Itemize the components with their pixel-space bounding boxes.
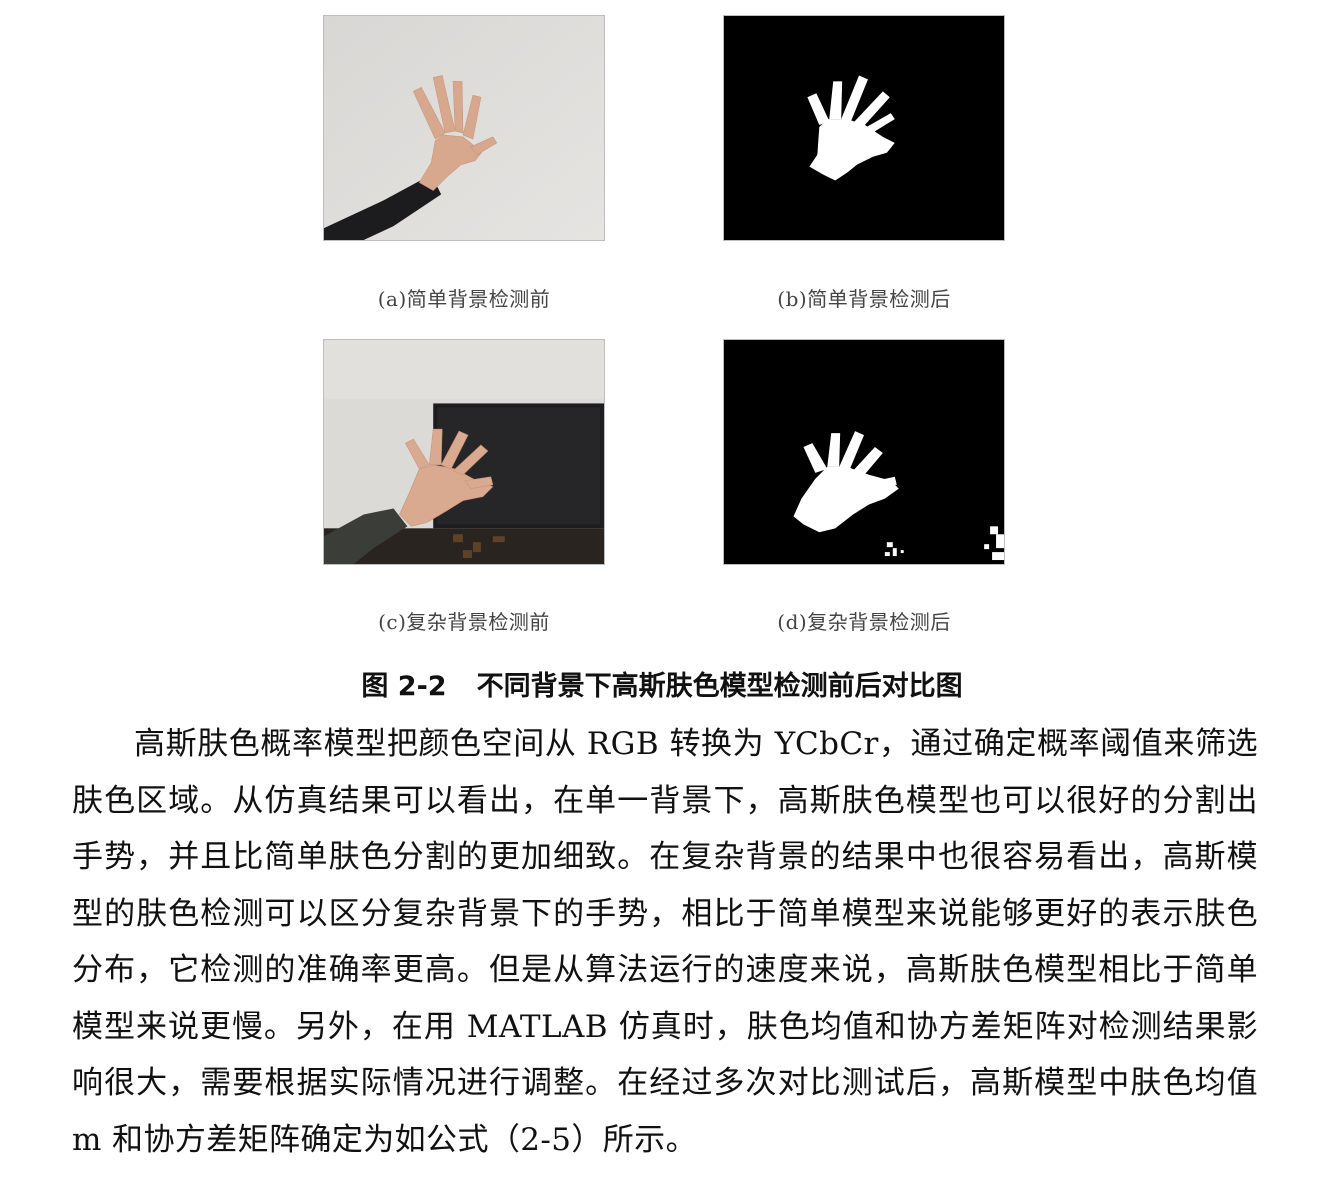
subfigure-caption-b: (b)简单背景检测后: [777, 287, 951, 311]
subfigure-caption-c: (c)复杂背景检测前: [378, 610, 550, 634]
figure-number: 图 2-2: [361, 671, 447, 702]
photo-simple-background-before: [323, 15, 605, 241]
photo-complex-background-before: [323, 339, 605, 565]
subfigure-caption-a: (a)简单背景检测前: [377, 287, 551, 311]
mask-simple-background-after: [723, 15, 1005, 241]
body-paragraph: 高斯肤色概率模型把颜色空间从 RGB 转换为 YCbCr，通过确定概率阈值来筛选…: [72, 726, 1258, 1158]
figure-title: 不同背景下高斯肤色模型检测前后对比图: [476, 671, 963, 702]
figure-caption: 图 2-2 不同背景下高斯肤色模型检测前后对比图: [0, 664, 1324, 703]
mask-complex-background-after: [723, 339, 1005, 565]
subfigure-caption-d: (d)复杂背景检测后: [777, 610, 951, 634]
